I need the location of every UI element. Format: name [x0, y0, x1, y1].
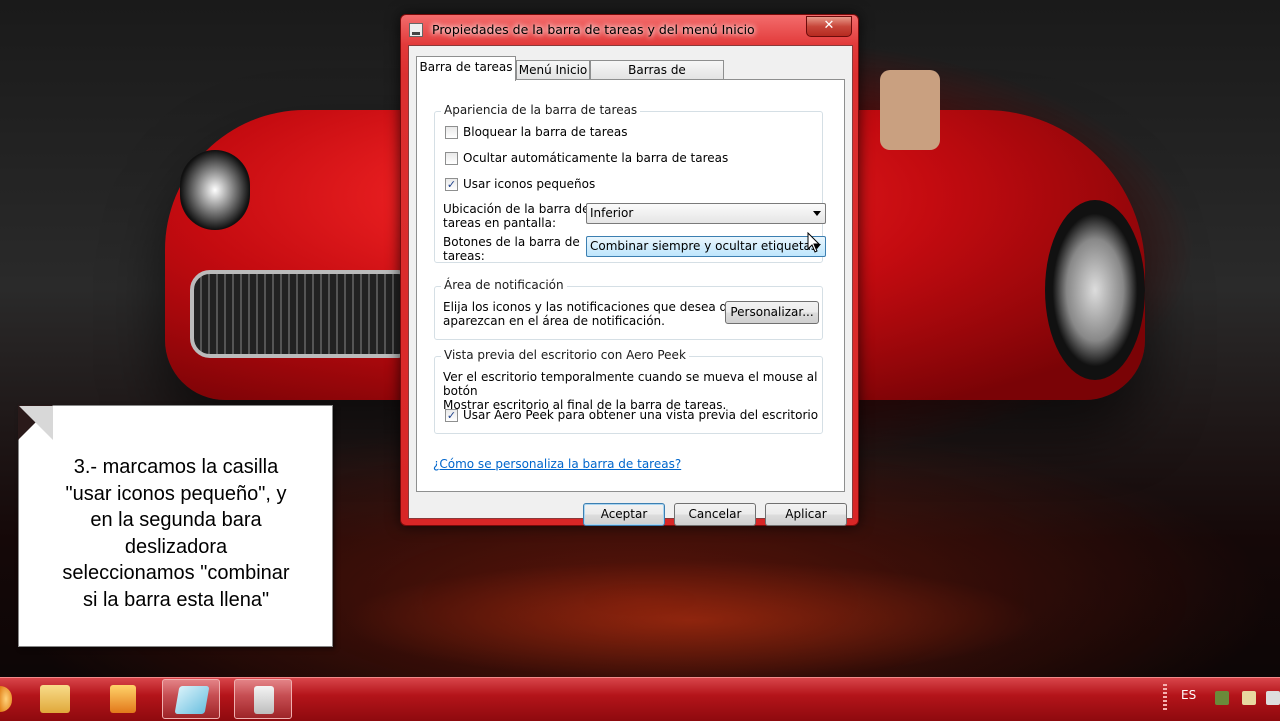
note-line: deslizadora [124, 535, 228, 558]
location-label-line2: tareas en pantalla: [443, 216, 557, 230]
location-select-value: Inferior [590, 206, 634, 220]
aero-peek-description: Ver el escritorio temporalmente cuando s… [443, 370, 822, 412]
title-bar[interactable]: Propiedades de la barra de tareas y del … [401, 15, 858, 45]
ruler-app-icon [174, 686, 210, 714]
lock-taskbar-option[interactable]: Bloquear la barra de tareas [445, 125, 627, 139]
buttons-label-line2: tareas: [443, 249, 485, 263]
aero-peek-option[interactable]: ✓ Usar Aero Peek para obtener una vista … [445, 408, 818, 422]
note-line: 3.- marcamos la casilla [73, 456, 279, 478]
ok-button[interactable]: Aceptar [583, 503, 665, 526]
tab-panel: Apariencia de la barra de tareas Bloquea… [416, 79, 845, 492]
small-icons-label: Usar iconos pequeños [463, 177, 596, 191]
action-center-icon[interactable] [1242, 691, 1256, 705]
language-indicator[interactable]: ES [1181, 688, 1196, 702]
annotation-note: 3.- marcamos la casilla "usar iconos peq… [18, 405, 333, 647]
explorer-folder-icon [40, 685, 70, 713]
wallpaper-car-headlight [180, 150, 250, 230]
network-icon[interactable] [1215, 691, 1229, 705]
autohide-checkbox[interactable] [445, 151, 458, 165]
window-app-icon [409, 23, 423, 37]
dialog-client-area: Barra de tareas Menú Inicio Barras de he… [408, 45, 853, 526]
taskbar-properties-button[interactable] [234, 679, 292, 719]
small-icons-option[interactable]: ✓ Usar iconos pequeños [445, 177, 595, 191]
aero-peek-label: Usar Aero Peek para obtener una vista pr… [463, 408, 819, 422]
volume-icon[interactable] [1266, 691, 1280, 705]
taskbar-ruler-button[interactable] [162, 679, 220, 719]
window-title: Propiedades de la barra de tareas y del … [432, 22, 755, 37]
small-icons-checkbox[interactable]: ✓ [445, 177, 458, 191]
buttons-label-line1: Botones de la barra de [443, 235, 580, 249]
lock-taskbar-label: Bloquear la barra de tareas [463, 125, 628, 139]
notification-desc-line1: Elija los iconos y las notificaciones qu… [443, 300, 743, 314]
tab-menu-inicio[interactable]: Menú Inicio [516, 60, 590, 79]
notification-description: Elija los iconos y las notificaciones qu… [443, 300, 742, 328]
notification-desc-line2: aparezcan en el área de notificación. [443, 314, 665, 328]
taskbar-explorer-button[interactable] [26, 679, 84, 719]
lock-taskbar-checkbox[interactable] [445, 125, 458, 139]
media-player-icon [110, 685, 136, 713]
taskbar-properties-dialog: Propiedades de la barra de tareas y del … [400, 14, 859, 526]
note-line: "usar iconos pequeño", y [65, 482, 287, 505]
tab-barra-de-tareas[interactable]: Barra de tareas [416, 56, 516, 81]
location-label: Ubicación de la barra de tareas en panta… [443, 202, 590, 230]
note-line: seleccionamos "combinar [62, 562, 290, 584]
aero-peek-checkbox[interactable]: ✓ [445, 408, 458, 422]
taskbar-media-player-button[interactable] [94, 679, 152, 719]
combine-buttons-select-value: Combinar siempre y ocultar etiquetas [590, 239, 818, 253]
wallpaper-car-grille [190, 270, 418, 358]
notification-group-title: Área de notificación [441, 278, 567, 292]
appearance-group-title: Apariencia de la barra de tareas [441, 103, 641, 117]
cancel-button[interactable]: Cancelar [674, 503, 756, 526]
start-orb-icon[interactable] [0, 686, 12, 712]
buttons-label: Botones de la barra de tareas: [443, 235, 580, 263]
note-line: si la barra esta llena" [82, 588, 270, 611]
customize-button[interactable]: Personalizar... [725, 301, 819, 324]
tab-barras-de-herramientas[interactable]: Barras de herramientas [590, 60, 724, 96]
location-select[interactable]: Inferior [586, 203, 826, 224]
location-label-line1: Ubicación de la barra de [443, 202, 590, 216]
apply-button[interactable]: Aplicar [765, 503, 847, 526]
aero-peek-desc-line1: Ver el escritorio temporalmente cuando s… [443, 370, 818, 398]
note-fold [19, 406, 53, 440]
wallpaper-car-seat [880, 70, 940, 150]
chevron-down-icon [813, 211, 821, 216]
wallpaper-car-wheel [1045, 200, 1145, 380]
autohide-label: Ocultar automáticamente la barra de tare… [463, 151, 729, 165]
tray-grip [1163, 684, 1167, 712]
taskbar-properties-icon [254, 686, 274, 714]
wallpaper-flame [340, 560, 1040, 680]
notification-group: Área de notificación Elija los iconos y … [434, 278, 823, 340]
taskbar: ES [0, 677, 1280, 721]
combine-buttons-select[interactable]: Combinar siempre y ocultar etiquetas [586, 236, 826, 257]
appearance-group: Apariencia de la barra de tareas Bloquea… [434, 103, 826, 263]
aero-peek-group-title: Vista previa del escritorio con Aero Pee… [441, 348, 689, 362]
autohide-option[interactable]: Ocultar automáticamente la barra de tare… [445, 151, 728, 165]
aero-peek-group: Vista previa del escritorio con Aero Pee… [434, 348, 823, 434]
note-line: en la segunda bara [90, 509, 262, 531]
help-link[interactable]: ¿Cómo se personaliza la barra de tareas? [433, 457, 681, 471]
close-button[interactable]: ✕ [806, 16, 852, 37]
note-text: 3.- marcamos la casilla "usar iconos peq… [31, 454, 321, 613]
